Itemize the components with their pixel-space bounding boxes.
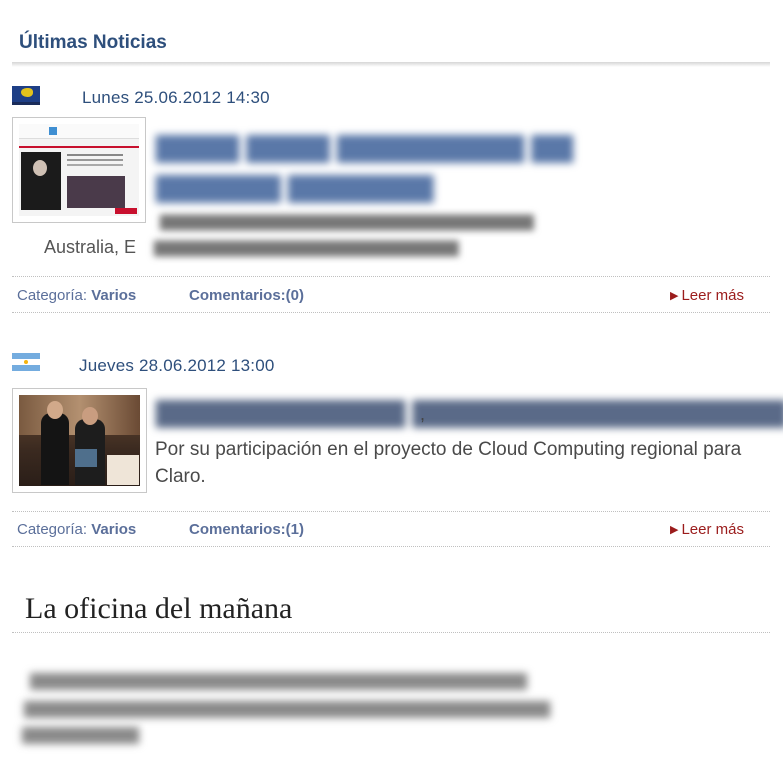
divider [12, 632, 770, 633]
category-meta: Categoría: Varios [17, 521, 136, 538]
comments-link[interactable]: Comentarios:(0) [189, 287, 304, 304]
paragraph-blurred: ▆▆▆▆▆▆▆▆ [22, 723, 139, 744]
news-headline-blurred[interactable]: ▇▇▇▇ ▇▇▇▇ ▇▇▇▇▇▇▇▇▇ ▇▇ [156, 132, 573, 163]
news-summary-blurred: ▆▆▆▆▆▆▆▆▆▆▆▆▆▆▆▆▆▆▆▆▆▆ [154, 236, 459, 256]
paragraph-blurred: ▆▆▆▆▆▆▆▆▆▆▆▆▆▆▆▆▆▆▆▆▆▆▆▆▆▆▆▆▆▆▆▆▆▆ [30, 669, 527, 690]
read-more-link[interactable]: ▶ Leer más [670, 521, 744, 538]
category-meta: Categoría: Varios [17, 287, 136, 304]
category-label: Categoría: [17, 287, 88, 304]
paragraph-blurred: ▆▆▆▆▆▆▆▆▆▆▆▆▆▆▆▆▆▆▆▆▆▆▆▆▆▆▆▆▆▆▆▆▆▆▆▆ [24, 697, 551, 718]
category-label: Categoría: [17, 521, 88, 538]
section-title-office: La oficina del mañana [25, 592, 293, 625]
divider [12, 546, 770, 547]
section-title-divider [12, 62, 770, 67]
category-link[interactable]: Varios [91, 521, 136, 538]
argentina-flag-icon [12, 353, 40, 371]
comments-link[interactable]: Comentarios:(1) [189, 521, 304, 538]
category-link[interactable]: Varios [91, 287, 136, 304]
news-headline-blurred[interactable]: ▇▇▇▇▇▇ ▇▇▇▇▇▇▇ [156, 172, 433, 203]
triangle-right-icon: ▶ [670, 290, 679, 302]
news-date: Lunes 25.06.2012 14:30 [82, 88, 270, 107]
triangle-right-icon: ▶ [670, 524, 679, 536]
divider [12, 276, 770, 277]
news-summary-visible: Australia, E [44, 237, 137, 257]
news-date: Jueves 28.06.2012 13:00 [79, 356, 275, 375]
read-more-label: Leer más [681, 287, 744, 304]
headline-comma: , [420, 404, 426, 424]
divider [12, 312, 770, 313]
section-title-latest-news: Últimas Noticias [19, 32, 167, 53]
read-more-label: Leer más [681, 521, 744, 538]
news-summary-blurred: ▆▆▆▆▆▆▆▆▆▆▆▆▆▆▆▆▆▆▆▆▆▆▆▆▆▆▆ [160, 210, 534, 230]
news-thumbnail[interactable] [12, 117, 146, 223]
divider [12, 511, 770, 512]
news-thumbnail[interactable] [12, 388, 147, 493]
news-headline-blurred[interactable]: ▇▇▇▇▇▇▇▇▇▇▇▇ ▇▇▇▇▇▇▇▇▇▇▇▇▇▇▇▇▇▇ [156, 397, 783, 428]
read-more-link[interactable]: ▶ Leer más [670, 287, 744, 304]
news-summary: Por su participación en el proyecto de C… [155, 439, 742, 487]
australia-flag-icon [12, 86, 40, 105]
